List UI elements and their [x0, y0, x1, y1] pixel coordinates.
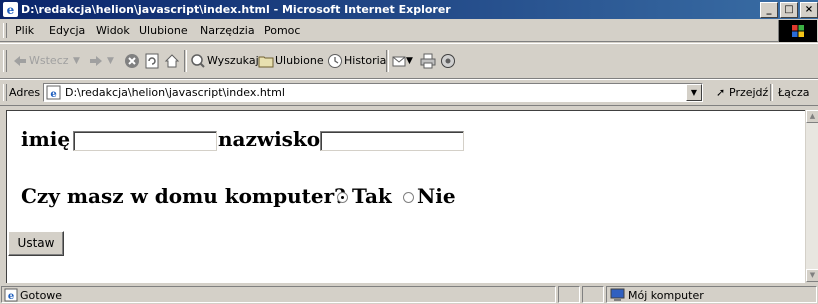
- stop-icon[interactable]: [124, 53, 140, 69]
- window-controls: _ □ ×: [758, 2, 818, 18]
- svg-text:e: e: [50, 89, 56, 100]
- go-label: Przejdź: [729, 86, 769, 99]
- links-separator: [770, 84, 773, 101]
- back-dropdown-icon[interactable]: ▼: [73, 53, 80, 69]
- address-bar: Adres e D:\redakcja\helion\javascript\in…: [0, 79, 818, 106]
- status-zone-pane: Mój komputer: [606, 286, 817, 303]
- minimize-button[interactable]: _: [760, 2, 778, 18]
- forward-dropdown-icon[interactable]: ▼: [107, 53, 114, 69]
- windows-flag-box: [778, 20, 817, 42]
- status-pane-security: [582, 286, 604, 303]
- title-bar: e D:\redakcja\helion\javascript\index.ht…: [0, 0, 818, 19]
- go-button[interactable]: ➚ Przejdź: [716, 85, 768, 100]
- zone-text: Mój komputer: [628, 289, 704, 302]
- favorites-button[interactable]: Ulubione: [275, 53, 324, 69]
- address-label: Adres: [9, 86, 41, 99]
- address-input[interactable]: e D:\redakcja\helion\javascript\index.ht…: [43, 83, 703, 102]
- last-name-input[interactable]: [320, 131, 464, 151]
- links-button[interactable]: Łącza: [778, 85, 810, 100]
- messenger-icon[interactable]: [440, 53, 456, 69]
- maximize-button[interactable]: □: [780, 2, 798, 18]
- status-text: Gotowe: [20, 289, 63, 302]
- favorites-folder-icon[interactable]: [258, 53, 274, 69]
- menu-bar: Plik Edycja Widok Ulubione Narzędzia Pom…: [0, 20, 818, 42]
- first-name-input[interactable]: [73, 131, 217, 151]
- refresh-icon[interactable]: [144, 53, 160, 69]
- menu-tools[interactable]: Narzędzia: [200, 20, 255, 41]
- svg-text:e: e: [7, 3, 15, 17]
- menu-grip[interactable]: [3, 23, 7, 38]
- address-value: D:\redakcja\helion\javascript\index.html: [65, 86, 285, 99]
- radio-yes-label[interactable]: Tak: [352, 184, 392, 208]
- go-arrow-icon: ➚: [716, 86, 726, 99]
- mail-dropdown-icon[interactable]: ▼: [406, 53, 413, 69]
- history-button[interactable]: Historia: [344, 53, 386, 69]
- menu-edit[interactable]: Edycja: [49, 20, 85, 41]
- page-ie-icon: e: [46, 85, 61, 100]
- my-computer-icon: [610, 288, 625, 301]
- standard-toolbar: Wstecz ▼ ▼ Wyszukaj Ulubione Historia ▼: [0, 43, 818, 79]
- status-ie-icon: e: [4, 288, 18, 302]
- menu-help[interactable]: Pomoc: [264, 20, 300, 41]
- menu-favorites[interactable]: Ulubione: [139, 20, 188, 41]
- window-title: D:\redakcja\helion\javascript\index.html…: [21, 3, 451, 16]
- svg-text:e: e: [8, 291, 14, 302]
- windows-flag-icon: [792, 25, 804, 37]
- history-icon[interactable]: [327, 53, 343, 69]
- ie-logo-icon: e: [3, 2, 18, 17]
- status-pane-progress: [558, 286, 580, 303]
- forward-arrow-icon[interactable]: [88, 53, 104, 69]
- menu-view[interactable]: Widok: [96, 20, 130, 41]
- address-dropdown-icon[interactable]: ▼: [686, 84, 702, 101]
- scroll-up-icon[interactable]: ▲: [806, 110, 818, 123]
- back-button[interactable]: Wstecz: [29, 53, 69, 69]
- radio-yes[interactable]: [337, 192, 348, 203]
- home-icon[interactable]: [164, 53, 180, 69]
- radio-no[interactable]: [403, 192, 414, 203]
- print-icon[interactable]: [420, 53, 436, 69]
- search-button[interactable]: Wyszukaj: [207, 53, 259, 69]
- close-button[interactable]: ×: [800, 2, 818, 18]
- radio-no-label[interactable]: Nie: [417, 184, 456, 208]
- scroll-down-icon[interactable]: ▼: [806, 269, 818, 282]
- submit-button[interactable]: Ustaw: [8, 231, 64, 256]
- search-icon[interactable]: [190, 53, 206, 69]
- computer-question: Czy masz w domu komputer?: [21, 184, 346, 208]
- toolbar-separator: [184, 50, 187, 72]
- toolbar-grip[interactable]: [3, 50, 7, 72]
- first-name-label: imię: [21, 127, 71, 151]
- last-name-label: nazwisko: [218, 127, 321, 151]
- toolbar-separator: [386, 50, 389, 72]
- vertical-scrollbar[interactable]: ▲ ▼: [805, 110, 818, 282]
- back-arrow-icon[interactable]: [12, 53, 28, 69]
- address-grip[interactable]: [3, 84, 7, 101]
- status-main-pane: e Gotowe: [1, 286, 556, 303]
- status-bar: e Gotowe Mój komputer: [0, 285, 818, 304]
- page-content: imię nazwisko Czy masz w domu komputer? …: [6, 110, 805, 283]
- menu-file[interactable]: Plik: [15, 20, 34, 41]
